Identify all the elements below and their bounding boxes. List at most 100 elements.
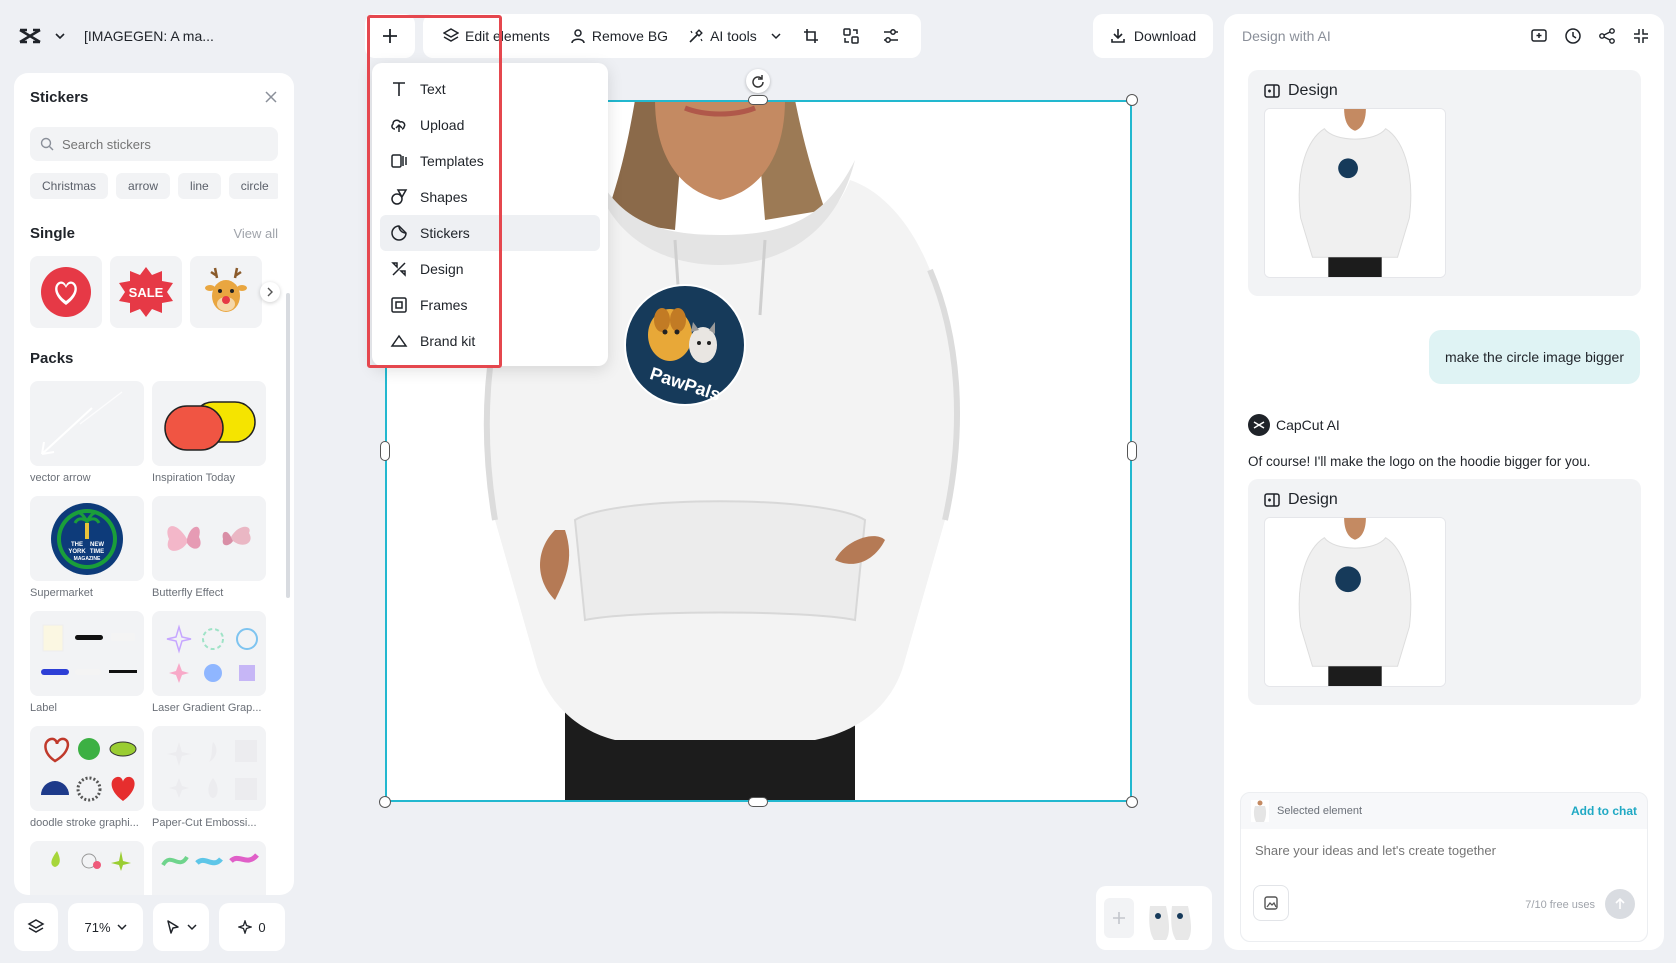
design-card-title: Design	[1288, 491, 1338, 508]
pack-doodle-stroke[interactable]: doodle stroke graphi...	[30, 726, 144, 833]
menu-item-frames[interactable]: Frames	[380, 287, 600, 323]
chip-circle[interactable]: circle	[228, 173, 278, 199]
send-button[interactable]	[1605, 889, 1635, 919]
pack-laser-gradient[interactable]: Laser Gradient Grap...	[152, 611, 266, 718]
share-icon[interactable]	[1598, 27, 1616, 45]
chip-christmas[interactable]: Christmas	[30, 173, 109, 199]
stickers-panel: Stickers Christmas arrow line circle Sin…	[14, 73, 294, 895]
menu-label: Templates	[420, 153, 484, 169]
assistant-header: CapCut AI	[1248, 414, 1340, 436]
design-card-title: Design	[1288, 82, 1338, 99]
ai-credits[interactable]: 0	[219, 903, 285, 951]
free-uses-counter: 7/10 free uses	[1525, 899, 1595, 911]
page-thumbnail[interactable]	[1142, 894, 1198, 942]
resize-handle-right[interactable]	[1127, 441, 1137, 461]
resize-handle-top-right[interactable]	[1126, 94, 1138, 106]
menu-label: Brand kit	[420, 333, 476, 349]
menu-item-stickers[interactable]: Stickers	[380, 215, 600, 251]
tag-chips: Christmas arrow line circle	[30, 173, 278, 199]
supermarket-logo-text-new: NEW	[90, 542, 104, 548]
image-icon	[1263, 895, 1279, 911]
edit-elements-button[interactable]: Edit elements	[435, 20, 558, 52]
design-card-1: Design	[1248, 70, 1641, 296]
app-header: [IMAGEGEN: A ma...	[16, 16, 214, 56]
close-icon[interactable]	[264, 90, 278, 104]
chevron-down-icon	[187, 922, 197, 932]
new-chat-icon[interactable]	[1530, 27, 1548, 45]
capcut-logo-icon[interactable]	[16, 22, 44, 50]
menu-item-templates[interactable]: Templates	[380, 143, 600, 179]
chevron-right-icon[interactable]	[260, 282, 280, 302]
add-page-icon[interactable]	[1104, 898, 1134, 938]
chevron-down-icon	[771, 31, 781, 41]
menu-item-upload[interactable]: Upload	[380, 107, 600, 143]
design-thumbnail[interactable]	[1264, 517, 1446, 687]
pack-paper-cut[interactable]: Paper-Cut Embossi...	[152, 726, 266, 833]
adjust-button[interactable]	[873, 20, 909, 52]
menu-item-shapes[interactable]: Shapes	[380, 179, 600, 215]
sticker-icon	[390, 224, 408, 242]
resize-handle-left[interactable]	[380, 441, 390, 461]
pack-label: vector arrow	[30, 472, 91, 484]
upload-cloud-icon	[390, 116, 408, 134]
project-title[interactable]: [IMAGEGEN: A ma...	[84, 28, 214, 44]
search-input[interactable]	[62, 136, 262, 152]
pack-butterfly-effect[interactable]: Butterfly Effect	[152, 496, 266, 603]
arrange-button[interactable]	[833, 20, 869, 52]
selected-element-thumb-icon	[1251, 800, 1269, 822]
add-menu: Text Upload Templates Shapes Stickers De…	[372, 63, 608, 366]
pack-vector-arrow[interactable]: vector arrow	[30, 381, 144, 488]
sale-text: SALE	[129, 285, 164, 300]
chip-line[interactable]: line	[178, 173, 221, 199]
add-button[interactable]	[365, 14, 415, 58]
chip-arrow[interactable]: arrow	[116, 173, 171, 199]
history-icon[interactable]	[1564, 27, 1582, 45]
edit-elements-label: Edit elements	[465, 28, 550, 44]
add-to-chat-button[interactable]: Add to chat	[1571, 804, 1637, 818]
toolbar: Edit elements Remove BG AI tools	[423, 14, 921, 58]
text-icon	[390, 80, 408, 98]
pawpals-logo[interactable]: PawPals	[624, 284, 746, 406]
menu-item-text[interactable]: Text	[380, 71, 600, 107]
arrow-up-icon	[1614, 898, 1626, 910]
reindeer-sticker[interactable]	[190, 256, 262, 328]
menu-item-design[interactable]: Design	[380, 251, 600, 287]
attach-image-button[interactable]	[1253, 885, 1289, 921]
chevron-down-icon[interactable]	[54, 30, 66, 42]
resize-handle-bottom-left[interactable]	[379, 796, 391, 808]
resize-handle-bottom-right[interactable]	[1126, 796, 1138, 808]
frames-icon	[390, 296, 408, 314]
heart-sticker[interactable]	[30, 256, 102, 328]
crop-button[interactable]	[793, 20, 829, 52]
user-message-text: make the circle image bigger	[1445, 349, 1624, 365]
pack-partial-2[interactable]	[152, 841, 266, 895]
download-button[interactable]: Download	[1093, 14, 1213, 58]
panel-scrollbar[interactable]	[286, 293, 290, 598]
chat-input[interactable]	[1255, 843, 1625, 858]
menu-label: Shapes	[420, 189, 468, 205]
remove-bg-button[interactable]: Remove BG	[562, 20, 676, 52]
single-stickers-row: SALE	[30, 256, 280, 328]
layers-button[interactable]	[14, 903, 58, 951]
pack-inspiration-today[interactable]: Inspiration Today	[152, 381, 266, 488]
design-thumbnail[interactable]	[1264, 108, 1446, 278]
pointer-tool[interactable]	[153, 903, 209, 951]
view-all-link[interactable]: View all	[233, 226, 278, 241]
ai-tools-button[interactable]: AI tools	[680, 20, 789, 52]
pack-label-set[interactable]: Label	[30, 611, 144, 718]
design-icon	[1264, 492, 1280, 508]
menu-item-brand-kit[interactable]: Brand kit	[380, 323, 600, 359]
pack-partial-1[interactable]	[30, 841, 144, 895]
pack-supermarket[interactable]: THE NEW YORK TIME MAGAZINE Supermarket	[30, 496, 144, 603]
zoom-control[interactable]: 71%	[68, 903, 143, 951]
resize-handle-top[interactable]	[748, 95, 768, 105]
rotate-handle[interactable]	[746, 69, 770, 93]
design-card-2: Design	[1248, 479, 1641, 705]
zoom-level: 71%	[84, 919, 111, 935]
chat-composer: Selected element Add to chat 7/10 free u…	[1240, 792, 1648, 942]
chevron-down-icon	[116, 922, 127, 932]
plus-icon	[382, 28, 398, 44]
sale-sticker[interactable]: SALE	[110, 256, 182, 328]
resize-handle-bottom[interactable]	[748, 797, 768, 807]
collapse-icon[interactable]	[1632, 27, 1650, 45]
